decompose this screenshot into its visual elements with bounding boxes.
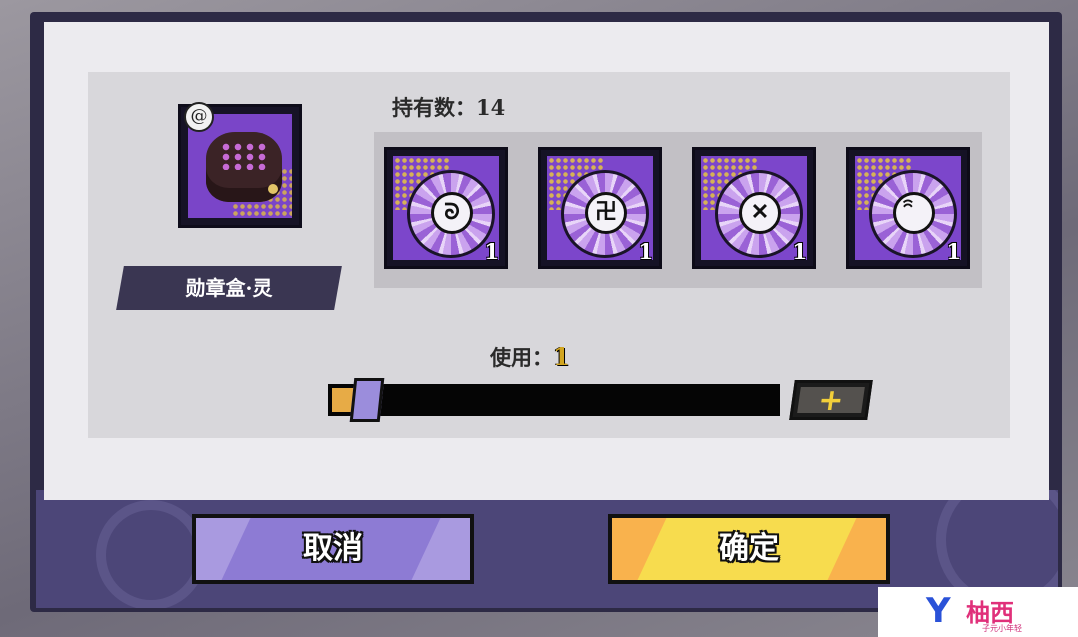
reward-count: 1 xyxy=(792,239,807,264)
reward-count: 1 xyxy=(484,239,499,264)
reward-emblem: 卍 xyxy=(585,192,627,234)
watermark-logo: Y xyxy=(926,591,951,631)
reward-count: 1 xyxy=(946,239,961,264)
confirm-button[interactable]: 确定 xyxy=(608,514,890,584)
increase-button[interactable]: + xyxy=(789,380,873,420)
item-name: 勋章盒·灵 xyxy=(185,276,273,300)
use-quantity: 使用：1 xyxy=(490,342,570,372)
reward-count: 1 xyxy=(638,239,653,264)
cancel-label: 取消 xyxy=(303,531,363,566)
use-label: 使用： xyxy=(490,345,553,370)
gem-icon xyxy=(268,184,278,194)
cancel-button[interactable]: 取消 xyxy=(192,514,474,584)
plus-icon: + xyxy=(797,383,865,418)
quantity-slider[interactable] xyxy=(328,384,780,416)
reward-card[interactable]: ᘐ 1 xyxy=(384,147,508,269)
reward-card[interactable]: ✕ 1 xyxy=(692,147,816,269)
watermark: Y 柚西 子元小年轻 xyxy=(878,587,1078,637)
reward-emblem: ꩰ xyxy=(893,192,935,234)
slider-handle[interactable] xyxy=(349,378,385,422)
watermark-subtitle: 子元小年轻 xyxy=(982,624,1022,633)
reward-card[interactable]: 卍 1 xyxy=(538,147,662,269)
reward-emblem: ✕ xyxy=(739,192,781,234)
decor-swirl xyxy=(96,500,206,608)
reward-emblem: ᘐ xyxy=(431,192,473,234)
use-value: 1 xyxy=(553,342,570,371)
reward-card[interactable]: ꩰ 1 xyxy=(846,147,970,269)
swirl-badge-icon: @ xyxy=(184,102,214,132)
holding-count: 持有数：14 xyxy=(392,95,506,120)
confirm-label: 确定 xyxy=(719,531,779,566)
